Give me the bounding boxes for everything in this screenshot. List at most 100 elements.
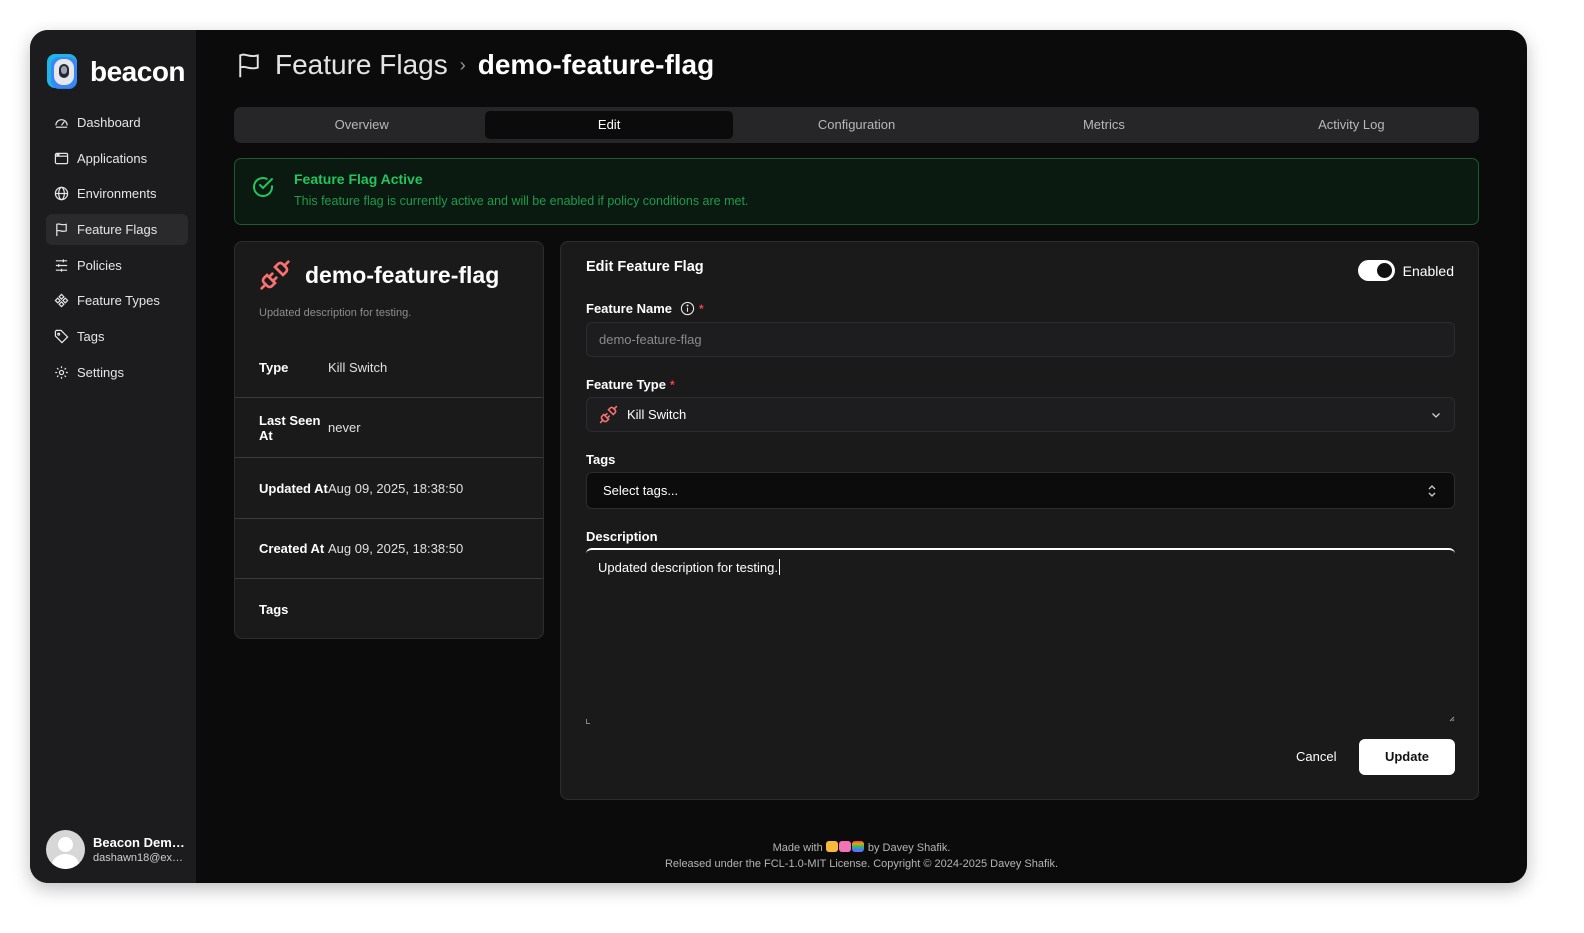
sidebar-item-dashboard[interactable]: Dashboard	[46, 107, 188, 138]
sidebar-item-environments[interactable]: Environments	[46, 178, 188, 209]
sidebar-item-label: Feature Types	[77, 293, 160, 309]
sidebar-item-label: Policies	[77, 257, 122, 273]
description-textarea[interactable]: Updated description for testing.	[586, 548, 1455, 724]
sidebar-item-label: Feature Flags	[77, 222, 158, 238]
sidebar-item-feature-types[interactable]: Feature Types	[46, 285, 188, 316]
tab-edit[interactable]: Edit	[485, 111, 733, 139]
label-text: Feature Type	[586, 377, 666, 392]
footer-license: Released under the FCL-1.0-MIT License. …	[664, 858, 1059, 870]
info-row-updated-at: Updated At Aug 09, 2025, 18:38:50	[235, 459, 543, 519]
tab-overview[interactable]: Overview	[238, 111, 485, 139]
sidebar-item-tags[interactable]: Tags	[46, 321, 188, 352]
user-menu[interactable]: Beacon Demo… dashawn18@ex…	[46, 830, 192, 869]
sidebar: beacon Dashboard Applications Environmen…	[30, 30, 196, 883]
edit-feature-flag-form: Edit Feature Flag Enabled Feature Name *…	[560, 241, 1479, 800]
chevron-down-icon	[1432, 412, 1440, 418]
info-label: Tags	[259, 601, 289, 617]
feature-flag-description: Updated description for testing.	[259, 307, 412, 319]
info-label: Updated At	[259, 481, 328, 496]
sidebar-item-label: Tags	[77, 329, 105, 345]
tab-activity-log[interactable]: Activity Log	[1228, 111, 1475, 139]
gear-icon	[55, 366, 68, 379]
window-icon	[54, 152, 69, 164]
info-label: Type	[259, 360, 289, 375]
beacon-logo-icon	[46, 52, 82, 92]
sliders-icon	[55, 259, 68, 272]
plug-icon	[260, 260, 290, 290]
feature-type-value: Kill Switch	[627, 407, 687, 422]
tag-icon	[54, 329, 69, 344]
feature-name-input[interactable]: demo-feature-flag	[586, 322, 1455, 357]
tab-configuration[interactable]: Configuration	[733, 111, 980, 139]
required-mark: *	[669, 377, 675, 392]
resize-handle-icon[interactable]	[1449, 716, 1455, 722]
info-row-type: Type Kill Switch	[235, 338, 543, 398]
smile-emoji-icon	[826, 841, 839, 852]
form-title: Edit Feature Flag	[586, 259, 704, 275]
rainbow-flag-emoji-icon	[852, 841, 865, 852]
enabled-label: Enabled	[1402, 262, 1454, 279]
tags-placeholder: Select tags...	[603, 483, 679, 498]
info-icon[interactable]	[680, 301, 695, 316]
sidebar-item-label: Settings	[77, 364, 124, 380]
component-icon	[54, 293, 69, 308]
page-title: demo-feature-flag	[477, 49, 715, 80]
footer-made-prefix: Made with	[772, 842, 823, 854]
globe-icon	[54, 187, 69, 201]
info-row-last-seen: Last Seen At never	[235, 398, 543, 458]
info-label: Last Seen At	[259, 412, 321, 443]
user-email: dashawn18@ex…	[93, 852, 184, 864]
status-alert: Feature Flag Active This feature flag is…	[234, 158, 1479, 225]
info-row-tags: Tags	[235, 579, 543, 638]
heart-emoji-icon	[839, 841, 852, 852]
update-button[interactable]: Update	[1359, 739, 1455, 775]
breadcrumb: Feature Flags › demo-feature-flag	[235, 48, 714, 82]
info-value: Kill Switch	[328, 360, 388, 375]
description-label: Description	[586, 529, 658, 544]
info-row-created-at: Created At Aug 09, 2025, 18:38:50	[235, 519, 543, 579]
breadcrumb-root-link[interactable]: Feature Flags	[275, 49, 448, 81]
sidebar-nav: Dashboard Applications Environments Feat…	[46, 107, 188, 393]
info-value: Aug 09, 2025, 18:38:50	[328, 481, 464, 496]
avatar	[46, 830, 85, 869]
footer-made-suffix: by Davey Shafik.	[867, 842, 951, 854]
chevron-right-icon: ›	[459, 54, 466, 75]
text-caret	[778, 559, 780, 575]
feature-type-label: Feature Type *	[586, 377, 675, 392]
check-circle-icon	[253, 177, 273, 197]
logo-text: beacon	[90, 56, 186, 87]
feature-name-label: Feature Name *	[586, 301, 704, 316]
tags-label: Tags	[586, 452, 615, 467]
textarea-corner	[586, 719, 590, 724]
plug-icon	[599, 405, 618, 424]
app-window: beacon Dashboard Applications Environmen…	[30, 30, 1527, 883]
user-name: Beacon Demo…	[93, 835, 189, 850]
tags-select[interactable]: Select tags...	[586, 472, 1455, 509]
flag-icon	[239, 53, 259, 78]
required-mark: *	[698, 301, 704, 316]
tab-bar: Overview Edit Configuration Metrics Acti…	[234, 107, 1479, 143]
alert-description: This feature flag is currently active an…	[294, 194, 749, 208]
flag-icon	[56, 223, 67, 237]
sidebar-item-label: Dashboard	[77, 115, 141, 130]
label-text: Feature Name	[586, 301, 672, 316]
dashboard-icon	[55, 119, 68, 128]
feature-flag-info-card: demo-feature-flag Updated description fo…	[234, 241, 544, 639]
info-value: never	[328, 420, 361, 435]
sidebar-item-applications[interactable]: Applications	[46, 143, 188, 174]
sidebar-item-policies[interactable]: Policies	[46, 250, 188, 281]
alert-title: Feature Flag Active	[294, 171, 423, 187]
chevrons-up-down-icon	[1428, 484, 1436, 497]
enabled-toggle[interactable]	[1357, 260, 1395, 281]
enabled-toggle-group: Enabled	[1357, 260, 1454, 281]
feature-type-select[interactable]: Kill Switch	[586, 397, 1455, 432]
sidebar-item-label: Applications	[77, 150, 148, 166]
info-value: Aug 09, 2025, 18:38:50	[328, 541, 464, 556]
cancel-button[interactable]: Cancel	[1284, 739, 1348, 775]
tab-metrics[interactable]: Metrics	[980, 111, 1227, 139]
description-value: Updated description for testing.	[598, 560, 778, 575]
label-text: Description	[586, 529, 658, 544]
sidebar-item-settings[interactable]: Settings	[46, 357, 188, 388]
logo[interactable]: beacon	[46, 52, 186, 92]
sidebar-item-feature-flags[interactable]: Feature Flags	[46, 214, 188, 246]
